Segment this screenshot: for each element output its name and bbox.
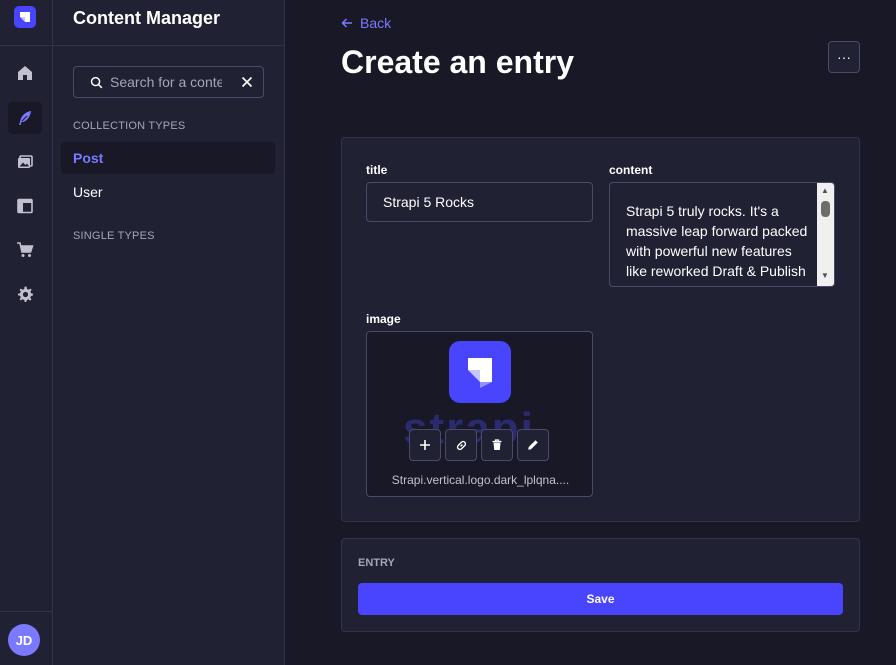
search-icon — [90, 76, 103, 88]
strapi-logo-icon[interactable] — [14, 6, 36, 28]
subnav-item-user[interactable]: User — [61, 176, 275, 208]
trash-icon — [492, 439, 502, 450]
cart-icon — [17, 242, 34, 257]
subnav-title: Content Manager — [73, 8, 221, 28]
gear-icon — [18, 286, 33, 302]
nav-content-type-builder-button[interactable] — [8, 190, 42, 222]
delete-asset-button[interactable] — [481, 429, 513, 461]
close-icon — [241, 76, 253, 88]
nav-home-button[interactable] — [8, 57, 42, 89]
nav-media-library-button[interactable] — [8, 146, 42, 178]
subnav-item-post[interactable]: Post — [61, 142, 275, 174]
layout-icon — [17, 198, 33, 214]
collection-types-label: COLLECTION TYPES — [73, 120, 186, 132]
image-field-label: image — [366, 312, 401, 326]
strapi-logo-mark — [468, 358, 492, 388]
edit-asset-button[interactable] — [517, 429, 549, 461]
nav-content-manager-button[interactable] — [8, 102, 42, 134]
strapi-logo-image — [449, 341, 511, 403]
home-icon — [18, 66, 32, 80]
nav-marketplace-button[interactable] — [8, 234, 42, 266]
entry-panel-label: ENTRY — [358, 557, 395, 569]
save-button[interactable]: Save — [358, 583, 843, 615]
search-input[interactable] — [110, 74, 222, 90]
media-library-icon — [18, 155, 33, 168]
image-actions — [409, 429, 549, 461]
back-link[interactable]: Back — [341, 15, 391, 31]
plus-icon — [420, 440, 430, 450]
link-icon — [456, 440, 466, 450]
content-manager-subnav: Content Manager COLLECTION TYPES Post Us… — [53, 0, 285, 665]
content-field-label: content — [609, 163, 653, 177]
clear-search-button[interactable] — [241, 76, 253, 88]
content-textarea[interactable]: Strapi 5 truly rocks. It's a massive lea… — [609, 182, 835, 287]
subnav-divider — [53, 45, 285, 46]
page-title: Create an entry — [341, 44, 574, 80]
rail-divider — [0, 45, 53, 46]
pencil-icon — [528, 440, 538, 450]
content-text: Strapi 5 truly rocks. It's a massive lea… — [626, 203, 808, 286]
more-dots-icon: ··· — [837, 49, 851, 65]
add-asset-button[interactable] — [409, 429, 441, 461]
content-type-search — [73, 66, 264, 98]
nav-settings-button[interactable] — [8, 278, 42, 310]
image-asset-card: strapi Strapi.vertical.logo.dark_lplqna.… — [366, 331, 593, 497]
main-nav-rail: JD — [0, 0, 53, 665]
single-types-label[interactable]: SINGLE TYPES — [73, 230, 155, 242]
user-avatar[interactable]: JD — [8, 624, 40, 656]
scrollbar-thumb[interactable] — [821, 201, 830, 217]
rail-divider — [0, 611, 53, 612]
arrow-left-icon — [341, 18, 352, 28]
more-actions-button[interactable]: ··· — [828, 41, 860, 73]
image-filename: Strapi.vertical.logo.dark_lplqna.... — [391, 473, 570, 487]
copy-link-button[interactable] — [445, 429, 477, 461]
scroll-down-icon[interactable]: ▼ — [821, 271, 829, 280]
content-scrollbar[interactable]: ▲ ▼ — [817, 183, 834, 286]
scroll-up-icon[interactable]: ▲ — [821, 186, 829, 195]
title-field-label: title — [366, 163, 388, 177]
title-input[interactable]: Strapi 5 Rocks — [366, 182, 593, 222]
feather-icon — [19, 111, 31, 125]
back-label: Back — [360, 15, 392, 31]
